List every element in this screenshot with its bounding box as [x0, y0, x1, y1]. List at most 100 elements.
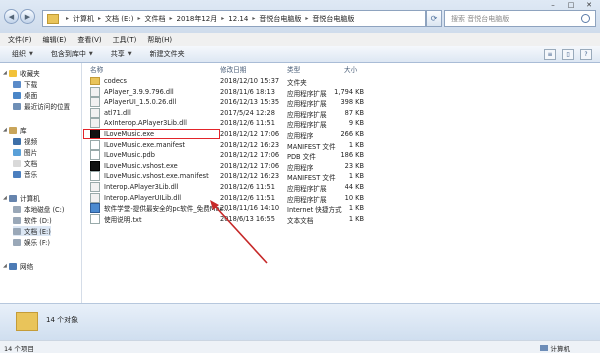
file-date: 2018/12/12 17:06 — [220, 130, 280, 138]
breadcrumb-item[interactable]: 文档 (E:) — [105, 14, 133, 24]
help-icon[interactable]: ? — [580, 49, 592, 60]
file-size: 9 KB — [348, 119, 364, 128]
forward-button[interactable]: ▶ — [20, 9, 35, 24]
file-name-cell: ILoveMusic.vshost.exe — [90, 160, 178, 171]
file-row[interactable]: APlayerUI_1.5.0.26.dll 2016/12/13 15:35 应用… — [82, 97, 600, 108]
breadcrumb-separator-icon[interactable]: ▸ — [138, 15, 141, 22]
breadcrumb-separator-icon[interactable]: ▸ — [252, 15, 255, 22]
file-size: 23 KB — [344, 161, 364, 170]
nav-drive-f[interactable]: 娱乐 (F:) — [13, 237, 50, 247]
music-icon — [13, 170, 21, 178]
nav-libraries[interactable]: ◢ 库 — [3, 125, 27, 135]
file-row[interactable]: ILoveMusic.exe 2018/12/12 17:06 应用程序 266 KB — [82, 129, 600, 140]
file-row[interactable]: codecs 2018/12/10 15:37 文件夹 — [82, 76, 600, 87]
view-controls: ≡ ▯ ? — [544, 49, 592, 60]
new-folder-button[interactable]: 新建文件夹 — [150, 49, 185, 59]
nav-label: 桌面 — [24, 92, 38, 100]
menu-file[interactable]: 文件(F) — [8, 35, 32, 45]
breadcrumb-item[interactable]: 2018年12月 — [177, 14, 218, 24]
file-row[interactable]: APlayer_3.9.9.796.dll 2018/11/6 18:13 应用程序… — [82, 86, 600, 98]
nav-drive-c[interactable]: 本地磁盘 (C:) — [13, 204, 64, 214]
include-library-button[interactable]: 包含到库中 ▼ — [51, 49, 93, 59]
breadcrumb-item[interactable]: 12.14 — [228, 15, 248, 23]
file-type: PDB 文件 — [287, 153, 316, 162]
menu-view[interactable]: 查看(V) — [77, 35, 101, 45]
nav-desktop[interactable]: 桌面 — [13, 90, 37, 100]
network-icon — [9, 262, 17, 270]
nav-drive-d[interactable]: 软件 (D:) — [13, 215, 52, 225]
drive-icon — [13, 238, 21, 246]
file-row[interactable]: Interop.APlayerUILib.dll 2018/12/6 11:51 应… — [82, 192, 600, 204]
nav-downloads[interactable]: 下载 — [13, 79, 37, 89]
download-icon — [13, 80, 21, 88]
chevron-down-icon: ▼ — [29, 51, 33, 57]
breadcrumb-separator-icon[interactable]: ▸ — [221, 15, 224, 22]
column-header-name[interactable]: 名称 — [90, 63, 103, 74]
nav-drive-e[interactable]: 文档 (E:) — [13, 226, 51, 236]
breadcrumb-separator-icon[interactable]: ▸ — [170, 15, 173, 22]
nav-network[interactable]: ◢ 网络 — [3, 261, 33, 271]
share-button[interactable]: 共享 ▼ — [111, 49, 132, 59]
library-icon — [9, 126, 17, 134]
breadcrumb-separator-icon[interactable]: ▸ — [66, 15, 69, 22]
minimize-button[interactable]: – — [544, 0, 562, 9]
file-name: ILoveMusic.pdb — [104, 151, 155, 160]
column-header-type[interactable]: 类型 — [287, 63, 300, 74]
nav-videos[interactable]: 视频 — [13, 136, 37, 146]
file-row[interactable]: 使用说明.txt 2018/6/13 16:55 文本文档 1 KB — [82, 213, 600, 225]
nav-computer[interactable]: ◢ 计算机 — [3, 193, 40, 203]
file-row[interactable]: AxInterop.APlayer3Lib.dll 2018/12/6 11:51… — [82, 118, 600, 129]
nav-label: 最近访问的位置 — [24, 103, 71, 111]
view-options-icon[interactable]: ≡ — [544, 49, 556, 60]
breadcrumb-item[interactable]: 文件档 — [145, 14, 166, 24]
nav-recent[interactable]: 最近访问的位置 — [13, 101, 70, 111]
preview-pane-icon[interactable]: ▯ — [562, 49, 574, 60]
file-row[interactable]: ILoveMusic.exe.manifest 2018/12/12 16:23 M… — [82, 139, 600, 151]
close-button[interactable]: ✕ — [580, 0, 598, 9]
chevron-down-icon: ▼ — [88, 51, 93, 57]
menu-tools[interactable]: 工具(T) — [113, 35, 137, 45]
file-row[interactable]: ILoveMusic.pdb 2018/12/12 17:06 PDB 文件 186 … — [82, 150, 600, 161]
nav-music[interactable]: 音乐 — [13, 169, 37, 179]
explorer-window: ◀ ▶ ▸ 计算机 ▸ 文档 (E:) ▸ 文件档 ▸ 2018年12月 ▸ 12.14 ▸ 音悦台电… — [0, 0, 600, 353]
menu-help[interactable]: 帮助(H) — [147, 35, 172, 45]
file-row[interactable]: atl71.dll 2017/5/24 12:28 应用程序扩展 87 KB — [82, 107, 600, 119]
address-bar[interactable]: ▸ 计算机 ▸ 文档 (E:) ▸ 文件档 ▸ 2018年12月 ▸ 12.14 ▸ 音悦台电脑版 ▸ 音… — [42, 10, 426, 27]
menu-edit[interactable]: 编辑(E) — [43, 35, 67, 45]
nav-documents[interactable]: 文档 — [13, 158, 37, 168]
breadcrumb-item[interactable]: 计算机 — [73, 14, 94, 24]
nav-label: 音乐 — [24, 171, 38, 179]
file-name-cell: APlayerUI_1.5.0.26.dll — [90, 97, 177, 108]
nav-favorites[interactable]: ◢ 收藏夹 — [3, 68, 40, 78]
file-row[interactable]: ILoveMusic.vshost.exe.manifest 2018/12/12… — [82, 171, 600, 182]
file-name: 软件学堂-提供最安全的pc软件_免费Mac... — [104, 205, 230, 214]
search-input[interactable]: 搜索 音悦台电脑版 — [444, 10, 596, 27]
file-row[interactable]: ILoveMusic.vshost.exe 2018/12/12 17:06 应用程… — [82, 160, 600, 172]
refresh-icon[interactable]: ⟳ — [426, 10, 442, 27]
file-row[interactable]: Interop.APlayer3Lib.dll 2018/12/6 11:51 应用… — [82, 182, 600, 193]
maximize-button[interactable]: □ — [562, 0, 580, 9]
breadcrumb-separator-icon[interactable]: ▸ — [98, 15, 101, 22]
breadcrumb-item[interactable]: 音悦台电脑版 — [312, 14, 354, 24]
file-date: 2018/12/6 11:51 — [220, 183, 275, 191]
file-name-cell: 软件学堂-提供最安全的pc软件_免费Mac... — [90, 203, 230, 214]
details-pane: 14 个对象 — [0, 303, 600, 341]
file-row[interactable]: 软件学堂-提供最安全的pc软件_免费Mac... 2018/11/16 14:10… — [82, 203, 600, 214]
column-header-date[interactable]: 修改日期 — [220, 63, 246, 74]
breadcrumb-item[interactable]: 音悦台电脑版 — [259, 14, 301, 24]
nav-label: 库 — [20, 127, 27, 135]
file-size: 1,794 KB — [334, 87, 364, 96]
item-count: 14 个对象 — [46, 316, 79, 324]
back-button[interactable]: ◀ — [4, 9, 19, 24]
breadcrumb-separator-icon[interactable]: ▸ — [305, 15, 308, 22]
file-name: ILoveMusic.exe.manifest — [104, 140, 186, 149]
column-label: 修改日期 — [220, 65, 247, 74]
file-size: 87 KB — [344, 108, 364, 117]
file-name: APlayerUI_1.5.0.26.dll — [104, 98, 177, 107]
file-name: Interop.APlayerUILib.dll — [104, 193, 182, 202]
column-header-size[interactable]: 大小 — [344, 63, 357, 74]
organize-button[interactable]: 组织 ▼ — [12, 49, 33, 59]
file-icon — [90, 139, 100, 150]
nav-label: 计算机 — [20, 195, 40, 203]
nav-pictures[interactable]: 图片 — [13, 147, 37, 157]
